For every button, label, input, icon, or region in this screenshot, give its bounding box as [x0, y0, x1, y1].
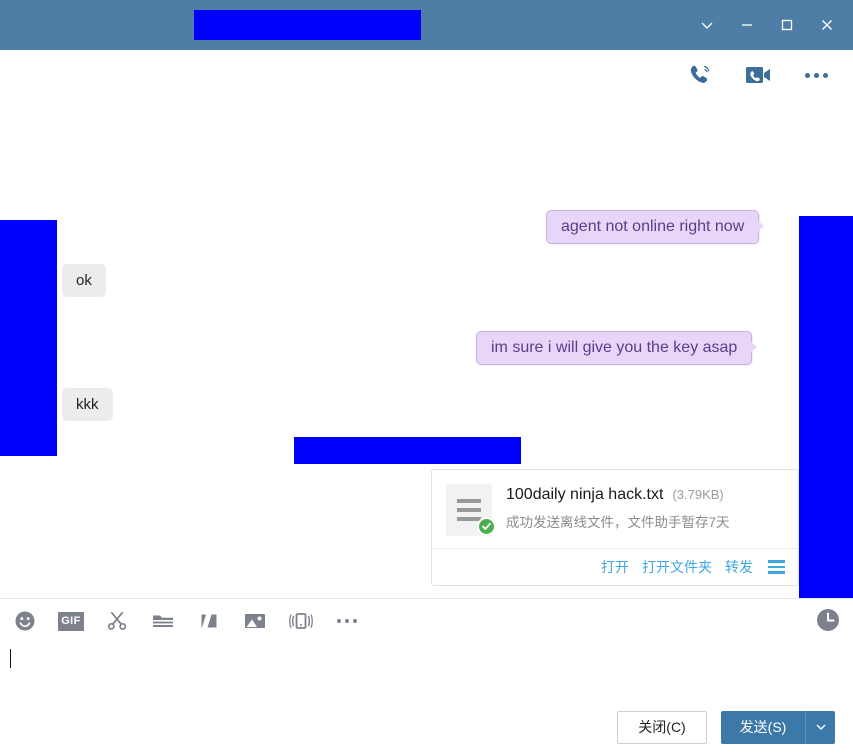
redaction-block-right-column [799, 216, 853, 598]
file-card-body: 100daily ninja hack.txt (3.79KB) 成功发送离线文… [432, 470, 798, 548]
more-tools-icon [337, 619, 357, 623]
video-call-icon [746, 67, 770, 83]
chat-history-clock-icon [817, 609, 839, 631]
more-options-button[interactable] [799, 58, 833, 92]
more-tools-button[interactable] [334, 608, 360, 634]
message-bubble-outgoing: im sure i will give you the key asap [476, 331, 758, 365]
close-button-label: 关闭(C) [638, 719, 686, 735]
message-list[interactable]: agent not online right now ok im sure i … [0, 106, 853, 598]
chat-window: agent not online right now ok im sure i … [0, 0, 853, 754]
file-icon-wrapper [446, 484, 496, 536]
message-input[interactable] [0, 643, 853, 700]
open-file-link[interactable]: 打开 [601, 557, 629, 577]
screenshot-scissors-icon [107, 611, 127, 630]
minimize-icon [742, 24, 752, 26]
folder-button[interactable] [150, 608, 176, 634]
shake-window-icon [289, 613, 313, 629]
file-menu-hamburger-icon[interactable] [766, 560, 785, 574]
close-button-footer[interactable]: 关闭(C) [617, 710, 707, 744]
success-check-icon [477, 517, 496, 536]
open-folder-link[interactable]: 打开文件夹 [642, 557, 712, 577]
file-transfer-icon [201, 614, 217, 628]
title-redaction-block [194, 10, 421, 40]
compose-toolbar: GIF [0, 599, 853, 643]
send-button-group[interactable]: 发送(S) [721, 710, 835, 744]
title-bar [0, 0, 853, 50]
message-bubble-incoming: kkk [62, 388, 113, 421]
send-options-button[interactable] [805, 710, 835, 744]
gif-icon: GIF [58, 611, 84, 631]
footer-buttons: 关闭(C) 发送(S) [0, 700, 853, 754]
file-name: 100daily ninja hack.txt [506, 486, 664, 503]
send-button[interactable]: 发送(S) [721, 710, 805, 744]
maximize-button[interactable] [767, 3, 807, 47]
voice-call-button[interactable] [683, 58, 717, 92]
chat-history-button[interactable] [815, 607, 841, 638]
voice-call-icon [690, 65, 710, 83]
close-icon [822, 20, 832, 30]
minimize-button[interactable] [727, 3, 767, 47]
header-action-icons [683, 58, 833, 92]
chevron-down-icon [701, 22, 713, 29]
collapse-button[interactable] [687, 3, 727, 47]
forward-file-link[interactable]: 转发 [725, 557, 753, 577]
chat-header [0, 50, 853, 106]
file-card-actions: 打开 打开文件夹 转发 [432, 548, 798, 585]
file-transfer-button[interactable] [196, 608, 222, 634]
redaction-block-message [294, 437, 521, 464]
close-button[interactable] [807, 3, 847, 47]
file-status-text: 成功发送离线文件，文件助手暂存7天 [506, 515, 730, 530]
send-button-label: 发送(S) [739, 719, 787, 735]
emoji-icon [15, 611, 35, 631]
message-bubble-outgoing: agent not online right now [546, 210, 765, 244]
video-call-button[interactable] [741, 58, 775, 92]
image-icon [245, 614, 265, 628]
emoji-button[interactable] [12, 608, 38, 634]
screenshot-button[interactable] [104, 608, 130, 634]
window-controls [687, 0, 847, 50]
folder-icon [153, 615, 173, 627]
gif-button[interactable]: GIF [58, 608, 84, 634]
shake-window-button[interactable] [288, 608, 314, 634]
message-bubble-incoming: ok [62, 264, 106, 297]
more-options-icon [804, 72, 828, 78]
text-caret [10, 649, 11, 668]
maximize-icon [781, 19, 793, 31]
file-size: (3.79KB) [672, 487, 724, 502]
redaction-block-left-avatars [0, 220, 57, 456]
file-title-row: 100daily ninja hack.txt (3.79KB) [506, 486, 784, 504]
file-card-meta: 100daily ninja hack.txt (3.79KB) 成功发送离线文… [506, 484, 784, 531]
chevron-down-icon [816, 724, 825, 730]
toolbar-icon-group: GIF [0, 608, 360, 634]
image-button[interactable] [242, 608, 268, 634]
file-message-card[interactable]: 100daily ninja hack.txt (3.79KB) 成功发送离线文… [431, 469, 799, 586]
